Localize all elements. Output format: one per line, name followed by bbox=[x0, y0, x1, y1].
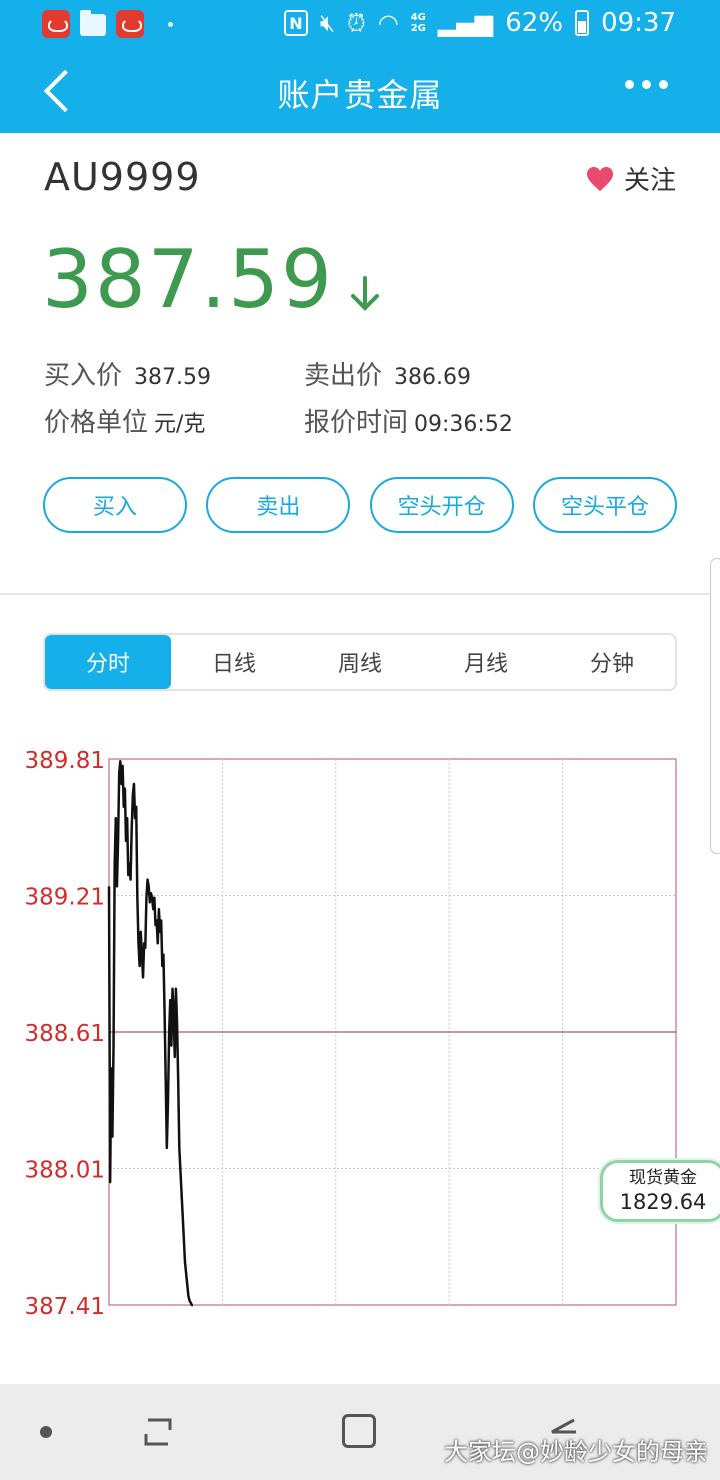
instrument-symbol: AU9999 bbox=[44, 155, 201, 199]
quote-time-row: 报价时间 09:36:52 bbox=[304, 402, 513, 439]
notification-icons bbox=[42, 10, 173, 38]
buy-price-row: 买入价 387.59 bbox=[44, 355, 211, 392]
price-row: 387.59 bbox=[42, 232, 382, 328]
recent-apps-icon[interactable] bbox=[140, 1414, 176, 1450]
more-dot-icon bbox=[659, 80, 668, 89]
tab-intraday[interactable]: 分时 bbox=[45, 635, 171, 689]
alarm-icon: ⏰︎ bbox=[347, 9, 366, 37]
app-notification-icon bbox=[42, 10, 70, 38]
y-tick-label: 389.81 bbox=[25, 748, 105, 774]
sell-price-value: 386.69 bbox=[394, 365, 471, 390]
tab-daily[interactable]: 日线 bbox=[171, 635, 297, 689]
y-tick-label: 389.21 bbox=[25, 885, 105, 911]
wifi-icon: ◠ bbox=[377, 9, 399, 37]
battery-icon bbox=[575, 10, 590, 36]
network-top-label: 4G bbox=[410, 12, 426, 23]
spot-gold-name: 现货黄金 bbox=[629, 1168, 697, 1188]
clock: 09:37 bbox=[601, 8, 676, 38]
nfc-icon: N bbox=[283, 10, 308, 36]
spot-gold-value: 1829.64 bbox=[619, 1190, 707, 1214]
more-menu-button[interactable] bbox=[625, 80, 668, 89]
network-bottom-label: 2G bbox=[410, 23, 426, 34]
follow-label: 关注 bbox=[623, 166, 676, 196]
watermark: 大家坛@妙龄少女的母亲 bbox=[444, 1438, 708, 1466]
app-header: 账户贵金属 bbox=[0, 50, 720, 133]
sell-price-row: 卖出价 386.69 bbox=[304, 355, 471, 392]
quote-time-label: 报价时间 bbox=[304, 408, 409, 438]
folder-icon bbox=[80, 10, 106, 36]
tab-weekly[interactable]: 周线 bbox=[297, 635, 423, 689]
battery-percent: 62% bbox=[505, 8, 564, 38]
y-tick-label: 387.41 bbox=[25, 1294, 105, 1320]
buy-button[interactable]: 买入 bbox=[43, 477, 187, 533]
page-title: 账户贵金属 bbox=[277, 76, 443, 114]
short-open-button[interactable]: 空头开仓 bbox=[369, 477, 514, 533]
status-bar: N 🔇︎ ⏰︎ ◠ 4G 2G ▂▄▆ 62% 09:37 bbox=[0, 0, 720, 50]
heart-icon bbox=[586, 166, 614, 192]
buy-price-value: 387.59 bbox=[134, 365, 211, 390]
nav-dot-icon bbox=[40, 1426, 52, 1438]
section-divider bbox=[0, 593, 720, 595]
current-price: 387.59 bbox=[42, 233, 334, 326]
spot-gold-chip[interactable]: 现货黄金 1829.64 bbox=[600, 1160, 720, 1222]
unit-label: 价格单位 bbox=[44, 408, 149, 438]
down-arrow-icon bbox=[350, 276, 379, 311]
follow-button[interactable]: 关注 bbox=[586, 160, 676, 197]
sell-button[interactable]: 卖出 bbox=[206, 477, 351, 533]
tab-minute[interactable]: 分钟 bbox=[549, 635, 675, 689]
y-tick-label: 388.01 bbox=[25, 1158, 105, 1184]
short-close-button[interactable]: 空头平仓 bbox=[532, 477, 677, 533]
intraday-chart: 389.81 389.21 388.61 388.01 387.41 bbox=[0, 740, 720, 1330]
tab-monthly[interactable]: 月线 bbox=[423, 635, 549, 689]
more-dot-icon bbox=[642, 80, 651, 89]
system-navbar: 大家坛@妙龄少女的母亲 bbox=[0, 1384, 720, 1480]
trade-actions: 买入 卖出 空头开仓 空头平仓 bbox=[43, 477, 677, 533]
sell-price-label: 卖出价 bbox=[304, 361, 383, 391]
price-line bbox=[107, 760, 194, 1307]
app-notification-icon-2 bbox=[116, 10, 144, 38]
mute-icon: 🔇︎ bbox=[319, 9, 336, 37]
system-status: N 🔇︎ ⏰︎ ◠ 4G 2G ▂▄▆ 62% 09:37 bbox=[283, 8, 676, 38]
more-notifications-icon bbox=[168, 21, 173, 27]
quote-time-value: 09:36:52 bbox=[414, 412, 513, 437]
home-button[interactable] bbox=[342, 1414, 376, 1448]
signal-icon: ▂▄▆ bbox=[437, 9, 494, 37]
unit-value: 元/克 bbox=[154, 412, 206, 437]
period-tabs: 分时 日线 周线 月线 分钟 bbox=[43, 633, 677, 691]
chart-canvas: 389.81 389.21 388.61 388.01 387.41 bbox=[25, 748, 677, 1320]
network-type-icon: 4G 2G bbox=[411, 12, 426, 34]
unit-row: 价格单位 元/克 bbox=[44, 402, 205, 439]
buy-price-label: 买入价 bbox=[44, 361, 123, 391]
y-tick-label: 388.61 bbox=[25, 1021, 105, 1047]
more-dot-icon bbox=[625, 80, 634, 89]
